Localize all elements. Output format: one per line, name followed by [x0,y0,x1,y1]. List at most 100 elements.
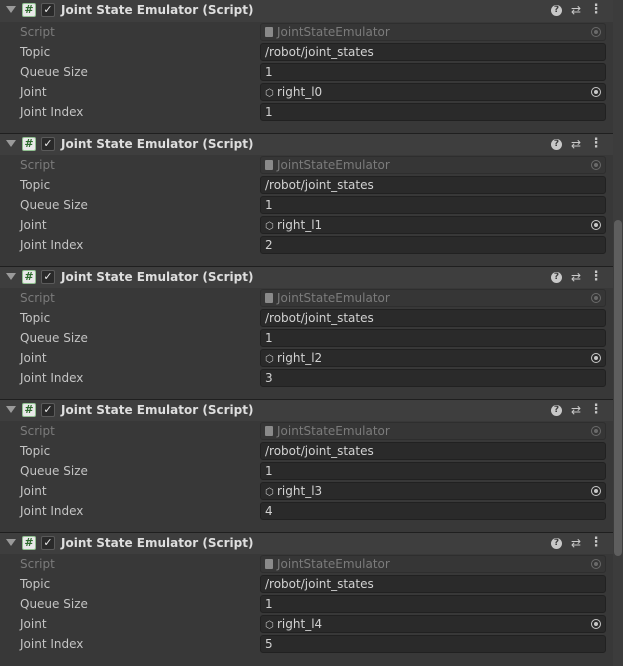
property-row-joint: Joint ⬡ right_l0 [0,82,613,102]
help-icon[interactable]: ? [551,538,562,549]
component-enable-checkbox[interactable]: ✓ [41,536,55,550]
property-row-joint: Joint ⬡ right_l2 [0,348,613,368]
component-joint-state-emulator: # ✓ Joint State Emulator (Script) ? ⇄ ⋮ … [0,399,613,532]
help-icon[interactable]: ? [551,5,562,16]
object-picker-icon[interactable] [591,619,601,629]
kebab-menu-icon[interactable]: ⋮ [589,137,603,151]
joint-index-input[interactable]: 2 [260,236,606,254]
property-row-topic: Topic /robot/joint_states [0,574,613,594]
property-label: Script [20,424,55,438]
component-enable-checkbox[interactable]: ✓ [41,270,55,284]
foldout-triangle-down-icon[interactable] [6,406,16,413]
property-label: Topic [20,45,51,59]
joint-object-field[interactable]: ⬡ right_l4 [260,615,606,633]
csharp-script-icon: # [22,3,36,17]
presets-sliders-icon[interactable]: ⇄ [569,3,583,17]
component-title: Joint State Emulator (Script) [61,270,254,284]
joint-index-input[interactable]: 4 [260,502,606,520]
joint-index-input[interactable]: 1 [260,103,606,121]
component-header[interactable]: # ✓ Joint State Emulator (Script) ? ⇄ ⋮ [0,133,613,155]
component-header[interactable]: # ✓ Joint State Emulator (Script) ? ⇄ ⋮ [0,0,613,22]
property-row-queue-size: Queue Size 1 [0,594,613,614]
joint-object-field[interactable]: ⬡ right_l1 [260,216,606,234]
object-picker-icon [591,27,601,37]
component-enable-checkbox[interactable]: ✓ [41,403,55,417]
kebab-menu-icon[interactable]: ⋮ [589,270,603,284]
property-row-topic: Topic /robot/joint_states [0,308,613,328]
property-row-script: Script JointStateEmulator [0,554,613,574]
topic-input[interactable]: /robot/joint_states [260,442,606,460]
foldout-triangle-down-icon[interactable] [6,539,16,546]
component-header[interactable]: # ✓ Joint State Emulator (Script) ? ⇄ ⋮ [0,266,613,288]
script-file-icon [265,559,273,569]
queue-size-input[interactable]: 1 [260,196,606,214]
script-field-value: JointStateEmulator [277,291,390,305]
presets-sliders-icon[interactable]: ⇄ [569,137,583,151]
script-field-value: JointStateEmulator [277,158,390,172]
property-label: Joint [20,351,47,365]
joint-field-value: right_l0 [277,85,323,99]
kebab-menu-icon[interactable]: ⋮ [589,3,603,17]
foldout-triangle-down-icon[interactable] [6,140,16,147]
vertical-scrollbar[interactable] [613,0,623,666]
joint-field-value: right_l1 [277,218,323,232]
object-picker-icon [591,426,601,436]
presets-sliders-icon[interactable]: ⇄ [569,536,583,550]
joint-index-input[interactable]: 5 [260,635,606,653]
property-label: Queue Size [20,198,88,212]
presets-sliders-icon[interactable]: ⇄ [569,270,583,284]
component-enable-checkbox[interactable]: ✓ [41,3,55,17]
kebab-menu-icon[interactable]: ⋮ [589,536,603,550]
property-row-queue-size: Queue Size 1 [0,461,613,481]
joint-object-field[interactable]: ⬡ right_l3 [260,482,606,500]
queue-size-input[interactable]: 1 [260,595,606,613]
joint-object-field[interactable]: ⬡ right_l0 [260,83,606,101]
component-title: Joint State Emulator (Script) [61,137,254,151]
joint-field-value: right_l2 [277,351,323,365]
scrollbar-thumb[interactable] [614,220,622,556]
joint-index-input[interactable]: 3 [260,369,606,387]
property-label: Joint Index [20,504,84,518]
queue-size-input[interactable]: 1 [260,329,606,347]
foldout-triangle-down-icon[interactable] [6,273,16,280]
component-header[interactable]: # ✓ Joint State Emulator (Script) ? ⇄ ⋮ [0,399,613,421]
script-file-icon [265,160,273,170]
property-label: Script [20,557,55,571]
property-row-script: Script JointStateEmulator [0,288,613,308]
component-title: Joint State Emulator (Script) [61,536,254,550]
object-picker-icon[interactable] [591,353,601,363]
script-field: JointStateEmulator [260,156,606,174]
presets-sliders-icon[interactable]: ⇄ [569,403,583,417]
property-label: Queue Size [20,65,88,79]
foldout-triangle-down-icon[interactable] [6,6,16,13]
gameobject-cube-icon: ⬡ [265,354,274,365]
property-row-queue-size: Queue Size 1 [0,62,613,82]
script-field: JointStateEmulator [260,555,606,573]
queue-size-input[interactable]: 1 [260,462,606,480]
script-field-value: JointStateEmulator [277,424,390,438]
kebab-menu-icon[interactable]: ⋮ [589,403,603,417]
gameobject-cube-icon: ⬡ [265,487,274,498]
object-picker-icon[interactable] [591,87,601,97]
gameobject-cube-icon: ⬡ [265,88,274,99]
help-icon[interactable]: ? [551,272,562,283]
object-picker-icon[interactable] [591,486,601,496]
component-header[interactable]: # ✓ Joint State Emulator (Script) ? ⇄ ⋮ [0,532,613,554]
csharp-script-icon: # [22,137,36,151]
help-icon[interactable]: ? [551,405,562,416]
property-row-joint: Joint ⬡ right_l3 [0,481,613,501]
help-icon[interactable]: ? [551,139,562,150]
joint-field-value: right_l3 [277,484,323,498]
script-field: JointStateEmulator [260,23,606,41]
component-enable-checkbox[interactable]: ✓ [41,137,55,151]
topic-input[interactable]: /robot/joint_states [260,575,606,593]
property-row-joint: Joint ⬡ right_l4 [0,614,613,634]
topic-input[interactable]: /robot/joint_states [260,43,606,61]
topic-input[interactable]: /robot/joint_states [260,176,606,194]
object-picker-icon[interactable] [591,220,601,230]
queue-size-input[interactable]: 1 [260,63,606,81]
property-row-script: Script JointStateEmulator [0,421,613,441]
topic-input[interactable]: /robot/joint_states [260,309,606,327]
joint-object-field[interactable]: ⬡ right_l2 [260,349,606,367]
property-row-queue-size: Queue Size 1 [0,328,613,348]
